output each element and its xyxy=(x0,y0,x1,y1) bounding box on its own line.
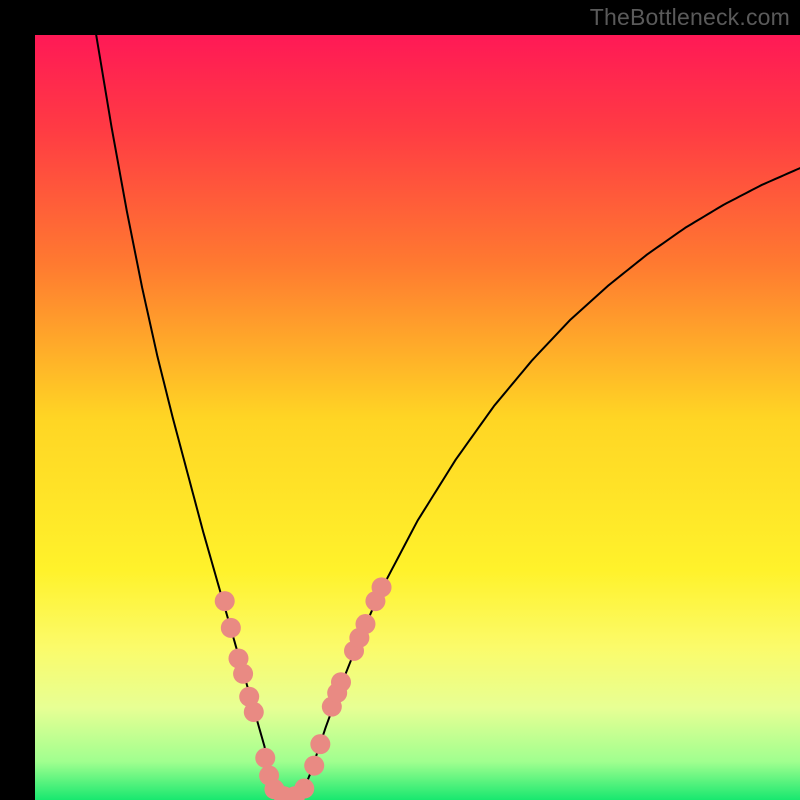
highlight-marker xyxy=(355,614,375,634)
watermark-text: TheBottleneck.com xyxy=(590,4,790,31)
highlight-marker xyxy=(244,702,264,722)
highlight-marker xyxy=(233,664,253,684)
chart-frame: TheBottleneck.com xyxy=(0,0,800,800)
highlight-marker xyxy=(372,577,392,597)
highlight-marker xyxy=(255,748,275,768)
highlight-marker xyxy=(221,618,241,638)
highlight-marker xyxy=(215,591,235,611)
highlight-marker xyxy=(331,672,351,692)
gradient-background xyxy=(35,35,800,800)
chart-plot-area xyxy=(35,35,800,800)
chart-svg xyxy=(35,35,800,800)
highlight-marker xyxy=(294,779,314,799)
highlight-marker xyxy=(310,734,330,754)
highlight-marker xyxy=(304,756,324,776)
